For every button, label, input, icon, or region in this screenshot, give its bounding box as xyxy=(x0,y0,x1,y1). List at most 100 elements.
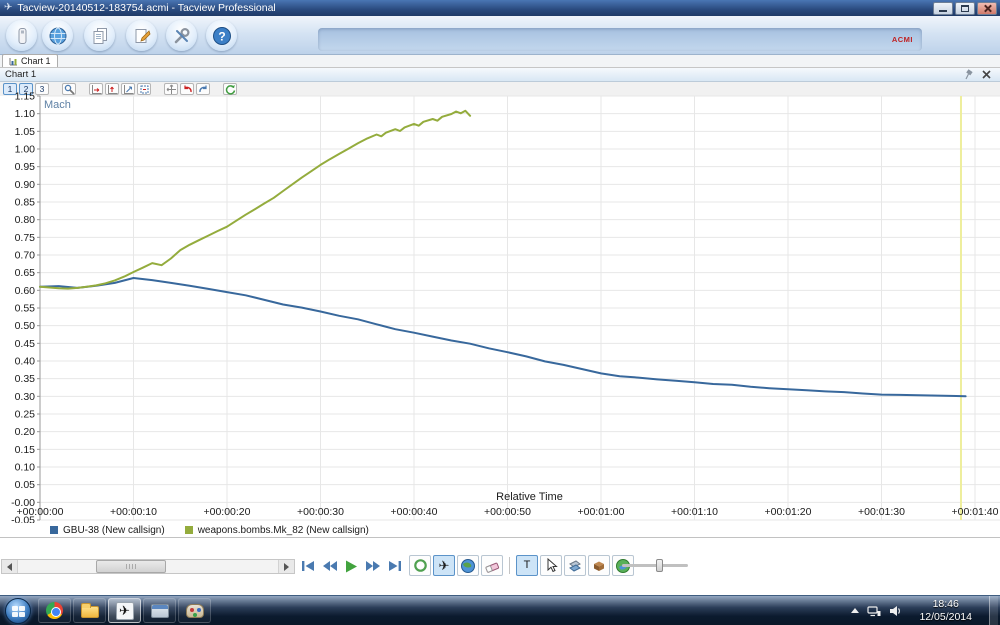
text-tool-icon: T xyxy=(523,559,531,571)
record-circle-icon xyxy=(413,559,427,572)
undo-zoom-icon xyxy=(183,85,192,92)
taskbar-window-button[interactable] xyxy=(143,598,176,623)
folder-icon xyxy=(80,603,99,618)
svg-text:0.15: 0.15 xyxy=(15,444,36,456)
layers-button[interactable] xyxy=(564,555,586,576)
zoom-vertical-button[interactable] xyxy=(105,83,119,95)
documents-button[interactable] xyxy=(84,20,115,51)
redo-zoom-button[interactable] xyxy=(196,83,210,95)
zoom-tools-button[interactable] xyxy=(62,83,76,95)
zoom-fit-icon xyxy=(123,84,133,94)
show-desktop-button[interactable] xyxy=(989,595,998,625)
usb-drive-icon xyxy=(18,27,26,44)
mach-time-chart[interactable]: 1.15 1.10 1.05 1.00 0.95 0.90 0.85 0.80 0.75 0.70… xyxy=(0,91,1000,527)
network-icon[interactable] xyxy=(867,605,881,617)
skip-to-start-icon xyxy=(302,561,314,571)
svg-text:0.80: 0.80 xyxy=(15,214,36,226)
series-swatch-blue xyxy=(50,526,58,534)
tab-chart-1[interactable]: Chart 1 xyxy=(2,54,58,67)
text-tool-button[interactable]: T xyxy=(516,555,538,576)
speed-slider[interactable] xyxy=(622,559,688,572)
document-tabstrip: Chart 1 xyxy=(0,54,1000,68)
timeline-scrollbar[interactable] xyxy=(1,559,295,574)
taskbar-tacview-button[interactable]: ✈ xyxy=(108,598,141,623)
zoom-vertical-icon xyxy=(107,84,117,94)
globe-view-button[interactable] xyxy=(457,555,479,576)
open-recording-button[interactable] xyxy=(6,20,37,51)
svg-text:0.50: 0.50 xyxy=(15,320,36,332)
scroll-right-button[interactable] xyxy=(278,560,294,573)
close-icon xyxy=(983,4,992,13)
taskbar-paint-button[interactable] xyxy=(178,598,211,623)
aircraft-view-button[interactable]: ✈ xyxy=(433,555,455,576)
edit-document-icon xyxy=(135,28,150,43)
undo-zoom-button[interactable] xyxy=(180,83,194,95)
palette-icon xyxy=(185,603,204,618)
maximize-button[interactable] xyxy=(955,1,975,15)
minimize-button[interactable] xyxy=(933,1,953,15)
scale-button-3[interactable]: 3 xyxy=(35,83,49,95)
minimize-icon xyxy=(939,10,947,12)
cursor-tool-button[interactable] xyxy=(540,555,562,576)
series-label: weapons.bombs.Mk_82 (New callsign) xyxy=(197,524,369,536)
volume-icon[interactable] xyxy=(889,605,902,617)
svg-text:1.15: 1.15 xyxy=(15,91,36,103)
scrollbar-track[interactable] xyxy=(18,560,278,573)
taskbar-chrome-button[interactable] xyxy=(38,598,71,623)
fast-forward-icon xyxy=(366,561,380,571)
titlebar[interactable]: ✈ Tacview-20140512-183754.acmi - Tacview… xyxy=(0,0,1000,16)
svg-text:0.75: 0.75 xyxy=(15,232,36,244)
record-button[interactable] xyxy=(409,555,431,576)
start-button[interactable] xyxy=(5,597,31,624)
chart-plot-area[interactable]: 1.15 1.10 1.05 1.00 0.95 0.90 0.85 0.80 0.75 0.70… xyxy=(0,91,1000,527)
help-button[interactable]: ? xyxy=(206,20,237,51)
svg-text:0.20: 0.20 xyxy=(15,426,36,438)
hscroll-thumb[interactable] xyxy=(96,560,167,573)
refresh-button[interactable] xyxy=(223,83,237,95)
windows-taskbar: ✈ 18:46 12/05/2014 xyxy=(0,595,1000,625)
rewind-button[interactable] xyxy=(322,560,338,572)
panel-title: Chart 1 xyxy=(5,69,37,80)
settings-button[interactable] xyxy=(166,20,197,51)
tacview-icon: ✈ xyxy=(115,601,134,620)
terrain-box-button[interactable] xyxy=(588,555,610,576)
chart-panel-header[interactable]: Chart 1 xyxy=(0,68,1000,82)
show-hidden-icons-button[interactable] xyxy=(851,608,860,613)
speed-slider-thumb[interactable] xyxy=(656,559,664,572)
online-button[interactable] xyxy=(42,20,73,51)
window-icon xyxy=(150,603,169,618)
play-button[interactable] xyxy=(345,560,358,573)
close-panel-button[interactable] xyxy=(980,69,993,80)
taskbar-explorer-button[interactable] xyxy=(73,598,106,623)
zoom-horizontal-button[interactable] xyxy=(89,83,103,95)
acmi-badge: ACMI xyxy=(891,35,913,44)
edit-button[interactable] xyxy=(126,20,157,51)
layers-icon xyxy=(569,559,581,572)
skip-to-start-button[interactable] xyxy=(301,560,315,572)
pan-button[interactable] xyxy=(164,83,178,95)
eraser-icon xyxy=(485,562,500,573)
eraser-button[interactable] xyxy=(481,555,503,576)
legend-item-gbu38[interactable]: GBU-38 (New callsign) xyxy=(50,525,165,536)
zoom-window-button[interactable] xyxy=(137,83,151,95)
series-label: GBU-38 (New callsign) xyxy=(63,524,165,536)
zoom-fit-button[interactable] xyxy=(121,83,135,95)
svg-text:0.10: 0.10 xyxy=(15,462,36,474)
taskbar-clock[interactable]: 18:46 12/05/2014 xyxy=(910,598,981,623)
svg-text:0.55: 0.55 xyxy=(15,303,36,315)
legend-item-mk82[interactable]: weapons.bombs.Mk_82 (New callsign) xyxy=(184,524,369,536)
app-icon: ✈ xyxy=(4,2,13,13)
series-swatch-green xyxy=(184,526,193,534)
fast-forward-button[interactable] xyxy=(365,560,381,572)
redo-zoom-icon xyxy=(198,85,207,92)
svg-text:0.70: 0.70 xyxy=(15,250,36,262)
pin-panel-button[interactable] xyxy=(962,69,975,80)
svg-text:Mach: Mach xyxy=(44,99,71,111)
window-title: Tacview-20140512-183754.acmi - Tacview P… xyxy=(17,2,276,14)
scroll-left-button[interactable] xyxy=(2,560,18,573)
close-button[interactable] xyxy=(977,1,997,15)
tools-icon xyxy=(174,27,190,43)
skip-to-end-button[interactable] xyxy=(388,560,402,572)
maximize-icon xyxy=(961,4,969,12)
svg-text:+00:00:00: +00:00:00 xyxy=(16,506,63,518)
